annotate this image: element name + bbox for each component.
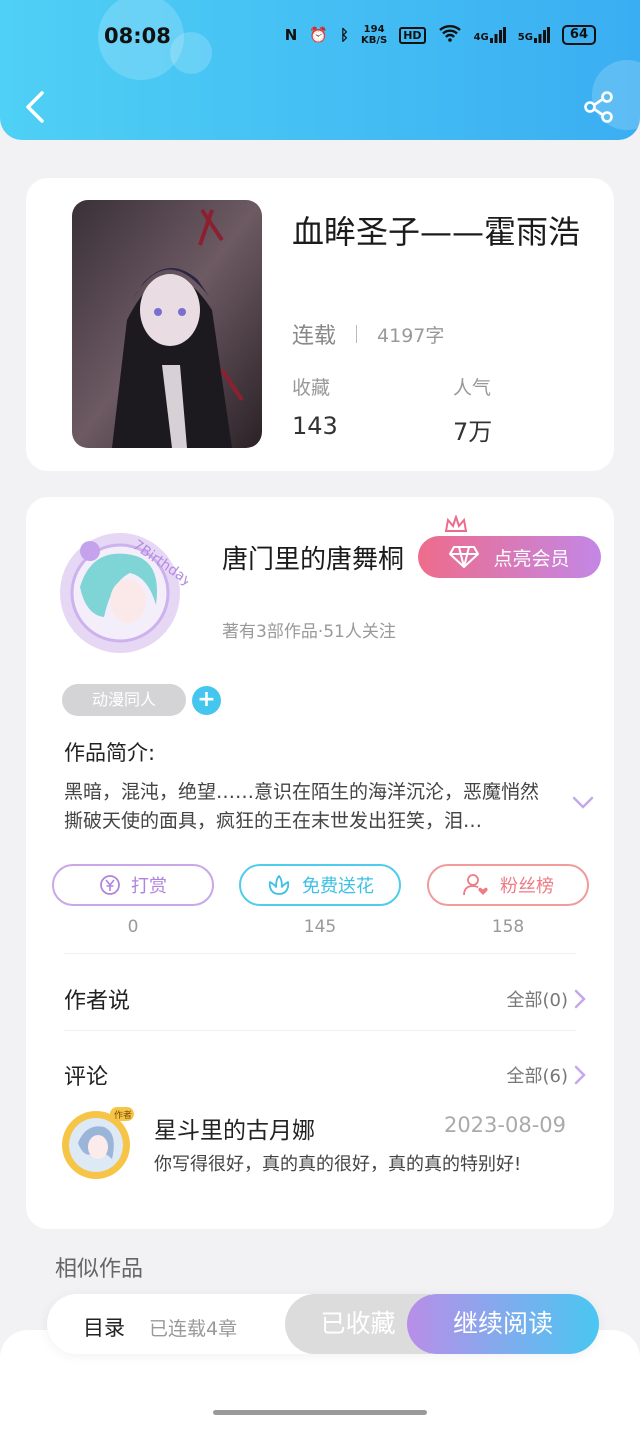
bluetooth-icon: ᛒ — [339, 26, 349, 44]
fans-ranking-button[interactable]: 粉丝榜 — [427, 864, 589, 906]
author-says-all-label: 全部(0) — [506, 990, 569, 1011]
popularity-label: 人气 — [453, 377, 492, 399]
author-says-title: 作者说 — [64, 989, 131, 1014]
net-speed: 194 KB/S — [360, 24, 388, 46]
collect-label: 收藏 — [292, 377, 331, 399]
divider — [356, 325, 358, 343]
vip-button-label: 点亮会员 — [493, 547, 570, 570]
back-button[interactable] — [22, 90, 50, 124]
coin-icon — [100, 875, 120, 895]
signal-5g-icon: 5G — [518, 27, 550, 43]
author-says-all-link[interactable]: 全部(0) — [507, 986, 587, 1012]
book-status-line: 连载 4197字 — [292, 318, 444, 350]
commenter-avatar[interactable]: 作者 — [58, 1103, 138, 1183]
word-count: 4197字 — [377, 324, 445, 347]
continue-reading-button[interactable]: 继续阅读 — [407, 1294, 599, 1354]
collect-stat: 收藏 143 — [292, 373, 338, 440]
send-flower-button[interactable]: 免费送花 — [239, 864, 401, 906]
top-header: 08:08 N ⏰ ᛒ 194 KB/S HD 4G 5G 64 — [0, 0, 640, 140]
reward-label: 打赏 — [131, 876, 167, 897]
author-badge: 作者 — [114, 1109, 132, 1121]
wifi-icon — [438, 24, 462, 46]
book-detail-card: 7Birthday 唐门里的唐舞桐 点亮会员 著有3部作品·51人关注 动漫同人… — [26, 497, 614, 1229]
status-bar: 08:08 N ⏰ ᛒ 194 KB/S HD 4G 5G 64 — [0, 18, 640, 58]
flower-icon — [268, 875, 290, 895]
reward-button[interactable]: 打赏 — [52, 864, 214, 906]
fans-ranking-label: 粉丝榜 — [500, 876, 554, 897]
popularity-value: 7万 — [453, 418, 493, 446]
divider — [64, 1030, 576, 1031]
genre-tag[interactable]: 动漫同人 — [62, 684, 186, 716]
book-info-card: 血眸圣子——霍雨浩 连载 4197字 收藏 143 人气 7万 — [26, 178, 614, 471]
user-heart-icon — [463, 874, 488, 896]
battery-indicator: 64 — [561, 25, 596, 45]
intro-text[interactable]: 黑暗，混沌，绝望……意识在陌生的海洋沉沦，恶魔悄然撕破天使的面具，疯狂的王在末世… — [64, 778, 548, 836]
comment-text: 你写得很好，真的真的很好，真的真的特别好! — [154, 1154, 522, 1175]
alarm-icon: ⏰ — [309, 26, 328, 44]
intro-heading: 作品简介: — [64, 741, 156, 765]
commenter-name[interactable]: 星斗里的古月娜 — [154, 1111, 315, 1145]
chapter-count[interactable]: 已连载4章 — [149, 1314, 237, 1341]
fans-count: 158 — [491, 917, 525, 937]
book-title: 血眸圣子——霍雨浩 — [292, 213, 581, 251]
author-avatar[interactable]: 7Birthday — [52, 517, 195, 657]
author-name[interactable]: 唐门里的唐舞桐 — [222, 539, 404, 576]
comments-title: 评论 — [64, 1065, 109, 1090]
flower-count: 145 — [303, 917, 337, 937]
reward-count: 0 — [127, 917, 139, 937]
nfc-icon: N — [284, 26, 298, 44]
add-tag-button[interactable]: + — [192, 686, 221, 715]
chevron-right-icon — [574, 989, 586, 1009]
share-button[interactable] — [582, 90, 616, 124]
chevron-left-icon — [26, 91, 44, 123]
bottom-action-bar: 目录 已连载4章 已收藏 继续阅读 — [47, 1294, 599, 1354]
status-time: 08:08 — [104, 24, 171, 48]
diamond-icon — [449, 546, 480, 568]
collect-value: 143 — [292, 412, 338, 440]
chevron-down-icon — [572, 796, 594, 809]
share-icon — [584, 91, 613, 123]
chevron-right-icon — [574, 1065, 586, 1085]
expand-intro-button[interactable] — [572, 795, 594, 814]
popularity-stat: 人气 7万 — [453, 373, 492, 447]
signal-4g-icon: 4G — [474, 27, 506, 43]
status-icons: N ⏰ ᛒ 194 KB/S HD 4G 5G 64 — [285, 24, 596, 46]
comment-date: 2023-08-09 — [443, 1113, 566, 1137]
comments-all-link[interactable]: 全部(6) — [507, 1062, 587, 1088]
author-meta: 著有3部作品·51人关注 — [222, 622, 396, 642]
similar-works-title: 相似作品 — [55, 1257, 144, 1282]
hd-badge: HD — [399, 26, 426, 44]
toc-button[interactable]: 目录 — [83, 1312, 125, 1342]
comments-all-label: 全部(6) — [506, 1066, 569, 1087]
book-cover-image[interactable] — [72, 200, 262, 448]
home-indicator[interactable] — [213, 1410, 427, 1415]
divider — [64, 953, 576, 954]
vip-button[interactable]: 点亮会员 — [418, 536, 601, 578]
serial-status: 连载 — [292, 324, 337, 349]
send-flower-label: 免费送花 — [302, 876, 374, 897]
